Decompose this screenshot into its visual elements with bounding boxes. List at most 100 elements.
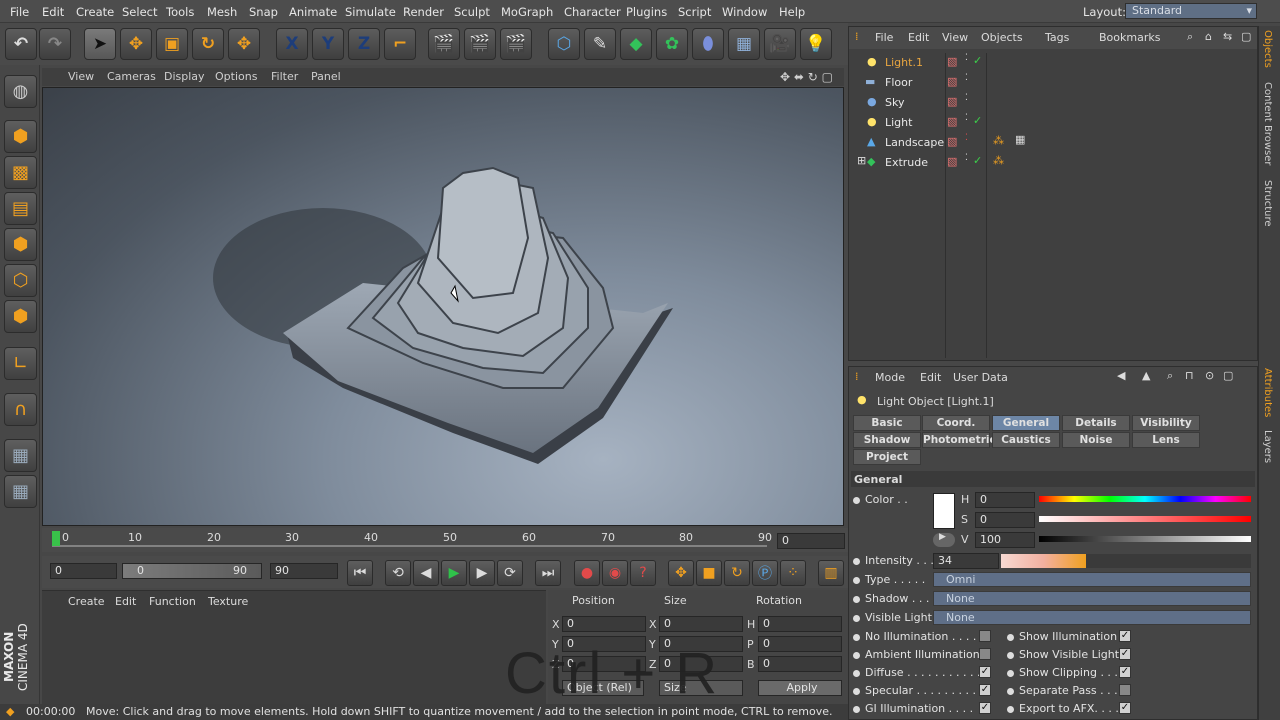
viewport-nav-icons[interactable]: ✥ ⬌ ↻ ▢ <box>780 70 833 84</box>
color-picker-button[interactable]: ▶ <box>933 532 955 547</box>
tab-noise[interactable]: Noise <box>1062 432 1130 448</box>
viewport-menu-panel[interactable]: Panel <box>311 70 341 83</box>
search-icon[interactable]: ⌕ <box>1167 369 1173 383</box>
layout-dropdown[interactable]: Standard ▾ <box>1125 3 1257 19</box>
playhead-marker[interactable] <box>52 531 60 546</box>
viewport-menu-display[interactable]: Display <box>164 70 205 83</box>
world-coords-button[interactable]: ⌐ <box>384 28 416 60</box>
position-key-button[interactable]: ✥ <box>668 560 694 586</box>
lock-workplane-button[interactable]: ▦ <box>4 439 37 472</box>
tab-visibility[interactable]: Visibility <box>1132 415 1200 431</box>
menu-script[interactable]: Script <box>678 5 711 19</box>
menu-render[interactable]: Render <box>403 5 444 19</box>
make-editable-button[interactable]: ◍ <box>4 75 37 108</box>
menu-animate[interactable]: Animate <box>289 5 337 19</box>
layer-icon[interactable]: ▧ <box>947 155 957 168</box>
move-alt-button[interactable]: ✥ <box>228 28 260 60</box>
value-slider[interactable] <box>1039 536 1251 542</box>
visibility-dots[interactable]: ⁚ <box>965 113 968 123</box>
edges-mode-button[interactable]: ⬡ <box>4 264 37 297</box>
specular-checkbox[interactable]: ✓ <box>979 684 991 696</box>
phong-tag-icon[interactable]: ⁂ <box>993 154 1004 167</box>
menu-sculpt[interactable]: Sculpt <box>454 5 490 19</box>
material-menu-create[interactable]: Create <box>68 595 105 608</box>
om-menu-bookmarks[interactable]: Bookmarks <box>1099 31 1160 44</box>
visibility-dots[interactable]: ⁚ <box>965 73 968 83</box>
om-menu-view[interactable]: View <box>942 31 968 44</box>
object-row-light[interactable]: ● Light ▧ ⁚ ✓ <box>859 113 1255 133</box>
polygons-mode-button[interactable]: ⬢ <box>4 300 37 333</box>
render-view-button[interactable]: 🎬 <box>428 28 460 60</box>
tab-structure[interactable]: Structure <box>1262 180 1273 227</box>
visibility-dots[interactable]: ⁚ <box>965 153 968 163</box>
menu-create[interactable]: Create <box>76 5 114 19</box>
z-axis-button[interactable]: Z <box>348 28 380 60</box>
apply-button[interactable]: Apply <box>758 680 842 696</box>
play-button[interactable]: ▶ <box>441 560 467 586</box>
material-menu-function[interactable]: Function <box>149 595 196 608</box>
position-x-field[interactable]: 0 <box>562 616 646 632</box>
show-visible-light-checkbox[interactable]: ✓ <box>1119 648 1131 660</box>
home-icon[interactable]: ⌂ <box>1205 30 1212 43</box>
tab-layers[interactable]: Layers <box>1262 430 1273 463</box>
object-row-floor[interactable]: ▬ Floor ▧ ⁚ <box>859 73 1255 93</box>
no-illumination-checkbox[interactable] <box>979 630 991 642</box>
next-frame-button[interactable]: ▶ <box>469 560 495 586</box>
up-arrow-icon[interactable]: ▲ <box>1142 369 1150 382</box>
am-menu-user-data[interactable]: User Data <box>953 371 1008 384</box>
layer-icon[interactable]: ▧ <box>947 115 957 128</box>
texture-tag-icon[interactable]: ▦ <box>1015 133 1025 146</box>
menu-mesh[interactable]: Mesh <box>207 5 237 19</box>
om-menu-objects[interactable]: Objects <box>981 31 1023 44</box>
object-row-light1[interactable]: ● Light.1 ▧ ⁚ ✓ <box>859 53 1255 73</box>
menu-snap[interactable]: Snap <box>249 5 278 19</box>
tab-content-browser[interactable]: Content Browser <box>1262 82 1273 165</box>
scale-key-button[interactable]: ■ <box>696 560 722 586</box>
menu-character[interactable]: Character <box>564 5 621 19</box>
hue-slider[interactable] <box>1039 496 1251 502</box>
rotation-b-field[interactable]: 0 <box>758 656 842 672</box>
enabled-check-icon[interactable]: ✓ <box>973 114 982 127</box>
expand-icon[interactable]: ⊞ <box>857 154 866 167</box>
phong-tag-icon[interactable]: ⁂ <box>993 134 1004 147</box>
layer-icon[interactable]: ▧ <box>947 75 957 88</box>
rotate-tool-button[interactable]: ↻ <box>192 28 224 60</box>
menu-edit[interactable]: Edit <box>42 5 64 19</box>
viewport-menu-filter[interactable]: Filter <box>271 70 298 83</box>
record-keys-button[interactable]: ● <box>574 560 600 586</box>
tab-project[interactable]: Project <box>853 449 921 465</box>
intensity-slider[interactable] <box>1001 554 1251 568</box>
visibility-dots[interactable]: ⁚ <box>965 53 968 63</box>
floor-button[interactable]: ▦ <box>728 28 760 60</box>
material-menu-texture[interactable]: Texture <box>208 595 248 608</box>
enabled-check-icon[interactable]: ✓ <box>973 54 982 67</box>
rotation-p-field[interactable]: 0 <box>758 636 842 652</box>
scale-tool-button[interactable]: ▣ <box>156 28 188 60</box>
back-arrow-icon[interactable]: ◀ <box>1117 369 1125 382</box>
tab-lens[interactable]: Lens <box>1132 432 1200 448</box>
current-frame-field[interactable]: 0 <box>777 533 845 549</box>
previous-key-button[interactable]: ⟲ <box>385 560 411 586</box>
drag-handle-icon[interactable]: ⁞ <box>855 370 859 383</box>
drag-handle-icon[interactable]: ⁞ <box>855 30 859 43</box>
render-picture-button[interactable]: 🎬 <box>464 28 496 60</box>
om-menu-edit[interactable]: Edit <box>908 31 929 44</box>
menu-window[interactable]: Window <box>722 5 767 19</box>
previous-frame-button[interactable]: ◀ <box>413 560 439 586</box>
new-panel-icon[interactable]: ⊙ <box>1205 369 1214 382</box>
menu-plugins[interactable]: Plugins <box>626 5 667 19</box>
saturation-field[interactable]: 0 <box>975 512 1035 528</box>
render-settings-button[interactable]: 🎬 <box>500 28 532 60</box>
cloner-button[interactable]: ✿ <box>656 28 688 60</box>
lock-icon[interactable]: ⊓ <box>1185 369 1194 382</box>
viewport-menu-view[interactable]: View <box>68 70 94 83</box>
material-menu-edit[interactable]: Edit <box>115 595 136 608</box>
3d-viewport[interactable] <box>42 87 844 526</box>
snap-button[interactable]: ∩ <box>4 393 37 426</box>
object-row-landscape[interactable]: ▲ Landscape ▧ ⁚ ⁂ ▦ <box>859 133 1255 153</box>
next-key-button[interactable]: ⟳ <box>497 560 523 586</box>
shadow-dropdown[interactable]: None <box>933 591 1251 606</box>
deformer-button[interactable]: ⬮ <box>692 28 724 60</box>
viewport-menu-cameras[interactable]: Cameras <box>107 70 156 83</box>
point-level-key-button[interactable]: ⁘ <box>780 560 806 586</box>
